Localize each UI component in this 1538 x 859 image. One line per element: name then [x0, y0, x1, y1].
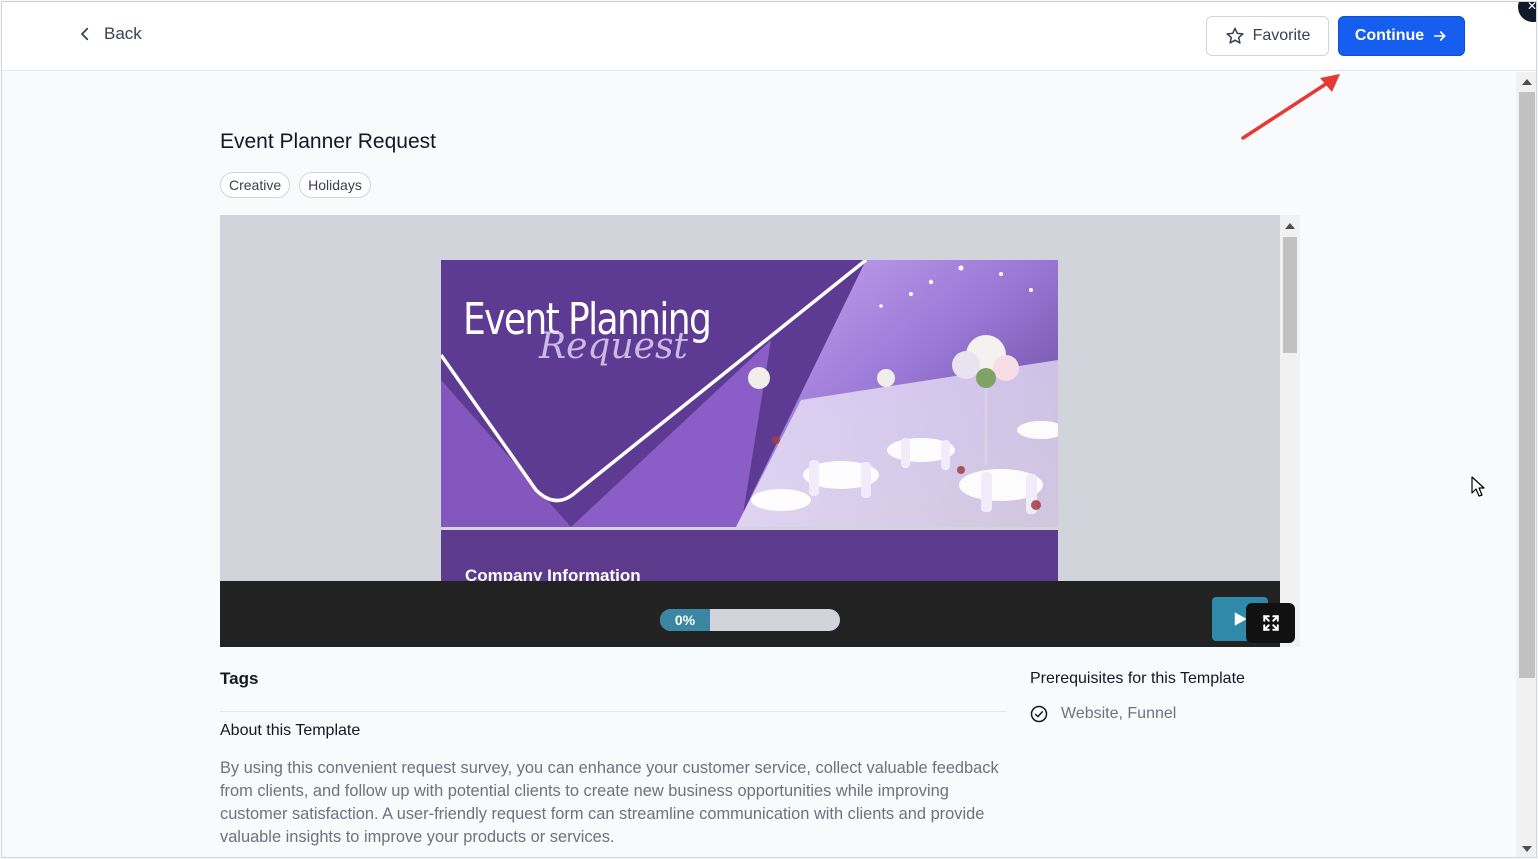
preview-scrollbar[interactable] [1280, 215, 1300, 647]
tags-heading: Tags [220, 669, 259, 688]
annotation-arrow-icon [1241, 74, 1340, 140]
scroll-down-icon[interactable] [1522, 846, 1532, 852]
banner-script-text: Request [539, 326, 688, 367]
template-preview: Event Planning Request Company Informati… [220, 215, 1280, 647]
chip-creative[interactable]: Creative [220, 172, 291, 198]
preview-banner-image: Event Planning Request [441, 260, 1058, 527]
preview-scroll-up-icon[interactable] [1285, 223, 1295, 229]
back-button[interactable]: Back [76, 20, 142, 48]
prerequisites-heading: Prerequisites for this Template [1030, 670, 1245, 687]
app-window: Back Favorite Continue ✕ Event Planner R… [1, 1, 1537, 858]
top-bar: Back Favorite Continue [2, 2, 1536, 71]
favorite-label: Favorite [1252, 27, 1311, 44]
about-description: By using this convenient request survey,… [220, 759, 999, 846]
category-chips: Creative Holidays [220, 172, 371, 198]
favorite-button[interactable]: Favorite [1206, 16, 1329, 56]
about-heading: About this Template [220, 722, 361, 739]
preview-scroll-thumb[interactable] [1283, 237, 1297, 353]
scroll-thumb[interactable] [1519, 92, 1535, 678]
scroll-up-icon[interactable] [1522, 79, 1532, 85]
divider [220, 711, 1007, 712]
progress-bar: 0% [660, 609, 840, 631]
mouse-cursor-icon [1471, 476, 1485, 497]
check-circle-icon [1030, 705, 1048, 723]
star-icon [1226, 27, 1244, 44]
continue-button[interactable]: Continue [1338, 16, 1465, 56]
chevron-left-icon [81, 27, 89, 41]
arrow-right-icon [1434, 31, 1446, 41]
back-label: Back [104, 24, 142, 43]
progress-label: 0% [674, 612, 696, 628]
continue-label: Continue [1354, 27, 1425, 44]
page-scrollbar[interactable] [1516, 72, 1536, 857]
fullscreen-button[interactable] [1246, 603, 1295, 643]
preview-controls: 0% [220, 581, 1280, 647]
expand-icon [1262, 615, 1279, 631]
page-title: Event Planner Request [220, 130, 436, 153]
prerequisite-label: Website, Funnel [1061, 705, 1177, 722]
prerequisite-item: Website, Funnel [1030, 705, 1176, 723]
chip-holidays[interactable]: Holidays [299, 172, 371, 198]
